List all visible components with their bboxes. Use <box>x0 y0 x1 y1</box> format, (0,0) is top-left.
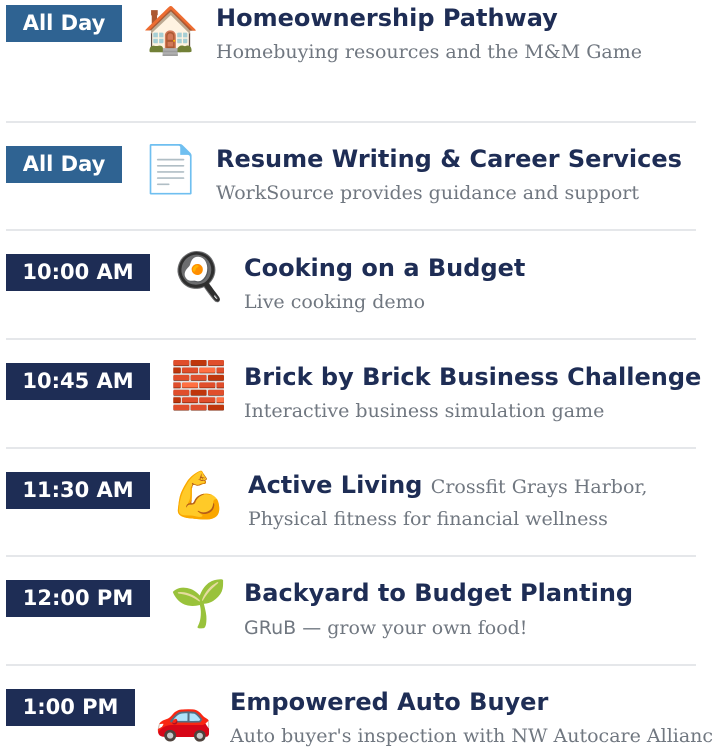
event-organization: GRuB — <box>244 617 322 639</box>
divider <box>6 664 696 666</box>
event-title: Brick by Brick Business Challenge <box>244 363 702 391</box>
divider <box>6 121 696 123</box>
event-subtitle: GRuB — grow your own food! <box>244 614 527 642</box>
time-badge: 10:45 AM <box>6 363 150 400</box>
time-badge: 1:00 PM <box>6 689 135 726</box>
event-subtitle: Physical fitness for financial wellness <box>248 508 608 530</box>
divider <box>6 555 696 557</box>
event-subtitle: Live cooking demo <box>244 291 426 313</box>
event-title: Cooking on a Budget <box>244 254 526 282</box>
time-badge: 10:00 AM <box>6 254 150 291</box>
brick-icon: 🧱 <box>170 358 228 412</box>
event-subtitle: Interactive business simulation game <box>244 400 605 422</box>
seedling-icon: 🌱 <box>170 576 228 630</box>
time-badge: 11:30 AM <box>6 472 150 509</box>
divider <box>6 338 696 340</box>
car-icon: 🚗 <box>155 689 213 743</box>
event-subtitle: WorkSource provides guidance and support <box>216 182 640 204</box>
event-title: Active Living Crossfit Grays Harbor, <box>248 469 647 501</box>
time-badge: 12:00 PM <box>6 580 150 617</box>
divider <box>6 229 696 231</box>
house-icon: 🏠 <box>142 3 200 57</box>
time-badge: All Day <box>6 5 122 42</box>
event-title-text: Active Living <box>248 471 423 499</box>
document-icon: 📄 <box>142 142 200 196</box>
event-title: Backyard to Budget Planting <box>244 579 634 607</box>
time-badge: All Day <box>6 146 122 183</box>
event-title: Resume Writing & Career Services <box>216 145 682 173</box>
event-subtitle: Homebuying resources and the M&M Game <box>216 41 642 63</box>
event-title-aside: Crossfit Grays Harbor, <box>430 476 648 498</box>
event-subtitle-text: grow your own food! <box>327 617 528 639</box>
divider <box>6 447 696 449</box>
flexed-bicep-icon: 💪 <box>170 468 228 522</box>
event-title: Homeownership Pathway <box>216 4 558 32</box>
frying-pan-egg-icon: 🍳 <box>170 249 228 303</box>
event-title: Empowered Auto Buyer <box>230 688 549 716</box>
